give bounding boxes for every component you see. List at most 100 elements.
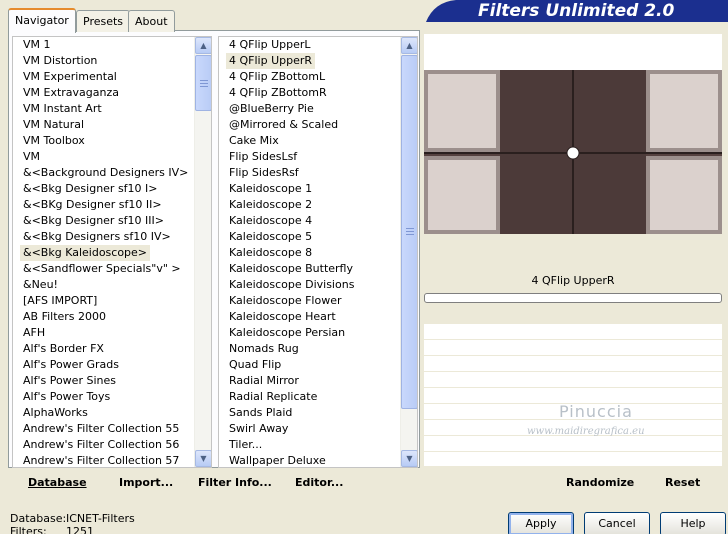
filter-item[interactable]: Kaleidoscope Persian bbox=[219, 325, 417, 341]
randomize-button[interactable]: Randomize bbox=[566, 476, 634, 489]
category-item-label: VM 1 bbox=[23, 38, 51, 51]
filter-scrollbar[interactable]: ▲ ▼ bbox=[400, 37, 417, 467]
filter-item-label: 4 QFlip ZBottomR bbox=[229, 86, 327, 99]
filter-item[interactable]: Sands Plaid bbox=[219, 405, 417, 421]
filter-item[interactable]: Wallpaper Deluxe bbox=[219, 453, 417, 467]
category-item[interactable]: &<Bkg Designers sf10 IV> bbox=[13, 229, 211, 245]
category-list[interactable]: VM 1 VM Distortion VM Experimental VM Extra… bbox=[12, 36, 212, 468]
category-item[interactable]: &<Bkg Designer sf10 III> bbox=[13, 213, 211, 229]
param-row bbox=[424, 356, 722, 372]
database-value: ICNET-Filters bbox=[66, 512, 135, 525]
scroll-down-icon[interactable]: ▼ bbox=[195, 450, 211, 467]
filter-item[interactable]: @Mirrored & Scaled bbox=[219, 117, 417, 133]
category-item[interactable]: &<Bkg Kaleidoscope> bbox=[13, 245, 211, 261]
filter-item[interactable]: 4 QFlip ZBottomR bbox=[219, 85, 417, 101]
cancel-button[interactable]: Cancel bbox=[584, 512, 650, 534]
filter-item-label: Kaleidoscope Butterfly bbox=[229, 262, 353, 275]
category-item-label: AlphaWorks bbox=[23, 406, 88, 419]
filter-item[interactable]: Kaleidoscope Heart bbox=[219, 309, 417, 325]
category-item[interactable]: &<Bkg Designer sf10 I> bbox=[13, 181, 211, 197]
category-item[interactable]: VM Experimental bbox=[13, 69, 211, 85]
scroll-up-icon[interactable]: ▲ bbox=[401, 37, 417, 54]
category-item-label: VM Instant Art bbox=[23, 102, 102, 115]
scroll-thumb[interactable] bbox=[195, 55, 211, 111]
category-item-label: VM Extravaganza bbox=[23, 86, 120, 99]
category-item[interactable]: [AFS IMPORT] bbox=[13, 293, 211, 309]
progress-bar bbox=[424, 293, 722, 303]
filter-info-button[interactable]: Filter Info... bbox=[198, 476, 272, 489]
category-item[interactable]: AB Filters 2000 bbox=[13, 309, 211, 325]
filter-list[interactable]: 4 QFlip UpperL 4 QFlip UpperR 4 QFlip ZBot… bbox=[218, 36, 418, 468]
category-item[interactable]: AlphaWorks bbox=[13, 405, 211, 421]
category-item[interactable]: &<Sandflower Specials"v" > bbox=[13, 261, 211, 277]
filter-item[interactable]: Kaleidoscope 2 bbox=[219, 197, 417, 213]
category-item-label: Andrew's Filter Collection 57 bbox=[23, 454, 180, 467]
scroll-thumb[interactable] bbox=[401, 55, 417, 409]
category-item[interactable]: &<BKg Designer sf10 II> bbox=[13, 197, 211, 213]
category-item[interactable]: VM Toolbox bbox=[13, 133, 211, 149]
filter-item[interactable]: Kaleidoscope Flower bbox=[219, 293, 417, 309]
filter-item-label: Kaleidoscope Heart bbox=[229, 310, 336, 323]
filter-item[interactable]: 4 QFlip ZBottomL bbox=[219, 69, 417, 85]
filters-label: Filters: bbox=[10, 525, 47, 534]
category-item[interactable]: Alf's Power Grads bbox=[13, 357, 211, 373]
reset-button[interactable]: Reset bbox=[665, 476, 700, 489]
filter-item[interactable]: @BlueBerry Pie bbox=[219, 101, 417, 117]
filter-item[interactable]: Nomads Rug bbox=[219, 341, 417, 357]
filter-item-label: Nomads Rug bbox=[229, 342, 299, 355]
filter-item-label: Kaleidoscope 8 bbox=[229, 246, 313, 259]
filter-item[interactable]: Kaleidoscope 1 bbox=[219, 181, 417, 197]
category-item[interactable]: AFH bbox=[13, 325, 211, 341]
category-item[interactable]: &<Background Designers IV> bbox=[13, 165, 211, 181]
category-scrollbar[interactable]: ▲ ▼ bbox=[194, 37, 211, 467]
category-item-label: AB Filters 2000 bbox=[23, 310, 107, 323]
category-item[interactable]: VM Instant Art bbox=[13, 101, 211, 117]
category-item[interactable]: Andrew's Filter Collection 56 bbox=[13, 437, 211, 453]
filter-item-label: Kaleidoscope 1 bbox=[229, 182, 313, 195]
category-item[interactable]: Alf's Border FX bbox=[13, 341, 211, 357]
filter-item[interactable]: Flip SidesLsf bbox=[219, 149, 417, 165]
category-item[interactable]: VM Distortion bbox=[13, 53, 211, 69]
apply-button[interactable]: Apply bbox=[508, 512, 574, 534]
category-item-label: Alf's Power Sines bbox=[23, 374, 116, 387]
category-item[interactable]: VM Extravaganza bbox=[13, 85, 211, 101]
category-item[interactable]: Andrew's Filter Collection 57 bbox=[13, 453, 211, 467]
category-item[interactable]: &Neu! bbox=[13, 277, 211, 293]
category-item-label: VM Distortion bbox=[23, 54, 98, 67]
category-item[interactable]: VM bbox=[13, 149, 211, 165]
filter-item[interactable]: Kaleidoscope Butterfly bbox=[219, 261, 417, 277]
filter-item[interactable]: Quad Flip bbox=[219, 357, 417, 373]
category-item[interactable]: Andrew's Filter Collection 55 bbox=[13, 421, 211, 437]
filter-item[interactable]: Kaleidoscope 5 bbox=[219, 229, 417, 245]
import-button[interactable]: Import... bbox=[119, 476, 173, 489]
filter-item[interactable]: Cake Mix bbox=[219, 133, 417, 149]
database-button[interactable]: Database bbox=[28, 476, 87, 489]
filter-item[interactable]: Kaleidoscope 8 bbox=[219, 245, 417, 261]
scroll-down-icon[interactable]: ▼ bbox=[401, 450, 417, 467]
tab-about[interactable]: About bbox=[128, 10, 175, 32]
category-item-label: &<Bkg Kaleidoscope> bbox=[20, 245, 151, 261]
filter-item[interactable]: Radial Replicate bbox=[219, 389, 417, 405]
category-item-label: Alf's Power Toys bbox=[23, 390, 111, 403]
category-item[interactable]: Alf's Power Sines bbox=[13, 373, 211, 389]
help-button[interactable]: Help bbox=[660, 512, 726, 534]
tab-navigator[interactable]: Navigator bbox=[8, 8, 76, 33]
filter-item[interactable]: 4 QFlip UpperR bbox=[219, 53, 417, 69]
filter-item[interactable]: Flip SidesRsf bbox=[219, 165, 417, 181]
editor-button[interactable]: Editor... bbox=[295, 476, 343, 489]
filter-item-label: Kaleidoscope Flower bbox=[229, 294, 342, 307]
category-item[interactable]: VM Natural bbox=[13, 117, 211, 133]
category-item[interactable]: VM 1 bbox=[13, 37, 211, 53]
category-item-label: Andrew's Filter Collection 55 bbox=[23, 422, 180, 435]
filter-item[interactable]: Kaleidoscope 4 bbox=[219, 213, 417, 229]
filter-item[interactable]: Kaleidoscope Divisions bbox=[219, 277, 417, 293]
filter-item[interactable]: Radial Mirror bbox=[219, 373, 417, 389]
filter-item[interactable]: Swirl Away bbox=[219, 421, 417, 437]
tab-presets[interactable]: Presets bbox=[76, 10, 131, 32]
filter-item[interactable]: Tiler... bbox=[219, 437, 417, 453]
status-panel: 4 QFlip UpperR bbox=[424, 268, 722, 324]
category-item-label: Andrew's Filter Collection 56 bbox=[23, 438, 180, 451]
filter-item[interactable]: 4 QFlip UpperL bbox=[219, 37, 417, 53]
category-item[interactable]: Alf's Power Toys bbox=[13, 389, 211, 405]
scroll-up-icon[interactable]: ▲ bbox=[195, 37, 211, 54]
